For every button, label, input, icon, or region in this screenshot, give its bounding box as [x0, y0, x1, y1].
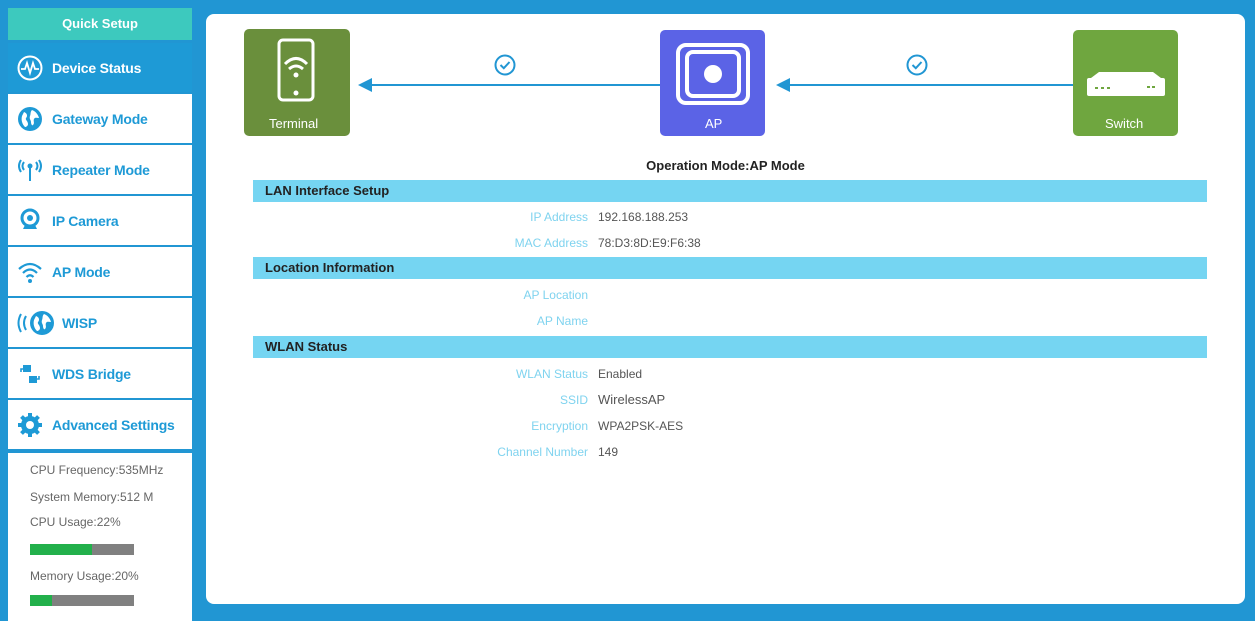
- main-panel: Terminal AP Switch Operation Mode:AP Mod…: [206, 14, 1245, 604]
- terminal-device[interactable]: Terminal: [244, 29, 350, 136]
- ap-location-label: AP Location: [523, 288, 589, 302]
- switch-device-icon: [1085, 70, 1167, 105]
- sidebar-item-ap-mode[interactable]: AP Mode: [8, 247, 192, 296]
- arrow-left-icon: [358, 78, 372, 92]
- tablet-wifi-icon: [277, 38, 315, 107]
- ap-device[interactable]: AP: [660, 30, 765, 136]
- pulse-icon: [8, 54, 52, 82]
- memory-usage-fill: [30, 595, 52, 606]
- memory-usage-label: Memory Usage:20%: [30, 569, 139, 583]
- globe-icon: [8, 105, 52, 133]
- encryption-value: WPA2PSK-AES: [598, 419, 684, 433]
- sidebar-item-wisp[interactable]: WISP: [8, 298, 192, 347]
- gear-icon: [8, 411, 52, 439]
- wds-icon: [8, 360, 52, 388]
- ap-device-icon: [675, 42, 751, 111]
- wifi-icon: [8, 258, 52, 286]
- operation-mode-title: Operation Mode:AP Mode: [646, 158, 805, 173]
- switch-label: Switch: [1105, 116, 1144, 131]
- system-memory: System Memory:512 M: [30, 490, 154, 504]
- memory-usage-bar: [30, 595, 134, 606]
- ap-name-label: AP Name: [536, 314, 588, 328]
- repeater-icon: [8, 156, 52, 184]
- sidebar-item-label: AP Mode: [52, 263, 111, 280]
- encryption-label: Encryption: [531, 419, 588, 433]
- arrow-line-terminal: [362, 84, 660, 86]
- sidebar-item-repeater-mode[interactable]: Repeater Mode: [8, 145, 192, 194]
- sidebar-item-ip-camera[interactable]: IP Camera: [8, 196, 192, 245]
- cpu-usage-bar: [30, 544, 134, 555]
- arrow-left-icon: [776, 78, 790, 92]
- sidebar-item-advanced-settings[interactable]: Advanced Settings: [8, 400, 192, 449]
- sidebar-item-label: WDS Bridge: [52, 365, 131, 382]
- mac-address-label: MAC Address: [514, 236, 588, 250]
- ip-address-value: 192.168.188.253: [598, 210, 689, 224]
- location-section-header: Location Information: [253, 257, 1207, 279]
- wlan-status-label: WLAN Status: [515, 367, 588, 381]
- sidebar-item-label: Gateway Mode: [52, 110, 148, 127]
- sidebar-item-label: IP Camera: [52, 212, 119, 229]
- sidebar-item-label: Repeater Mode: [52, 161, 150, 178]
- ssid-label: SSID: [559, 393, 588, 407]
- sidebar-item-wds-bridge[interactable]: WDS Bridge: [8, 349, 192, 398]
- sidebar: Quick Setup Device Status Gateway Mode R…: [0, 0, 194, 621]
- wlan-section-header: WLAN Status: [253, 336, 1207, 358]
- check-circle-icon: [494, 54, 516, 81]
- sidebar-item-gateway-mode[interactable]: Gateway Mode: [8, 94, 192, 143]
- channel-number-label: Channel Number: [497, 445, 588, 459]
- lan-section-header: LAN Interface Setup: [253, 180, 1207, 202]
- ip-address-label: IP Address: [530, 210, 588, 224]
- wlan-status-value: Enabled: [598, 367, 643, 381]
- cpu-usage-label: CPU Usage:22%: [30, 515, 121, 529]
- switch-device[interactable]: Switch: [1073, 30, 1178, 136]
- camera-icon: [8, 207, 52, 235]
- cpu-frequency: CPU Frequency:535MHz: [30, 463, 164, 477]
- sidebar-item-device-status[interactable]: Device Status: [8, 43, 192, 92]
- sidebar-item-label: Advanced Settings: [52, 416, 175, 433]
- wisp-icon: [8, 308, 70, 338]
- sidebar-item-label: Device Status: [52, 59, 142, 76]
- cpu-usage-fill: [30, 544, 92, 555]
- ap-label: AP: [705, 116, 723, 131]
- sidebar-item-label: WISP: [62, 314, 97, 331]
- check-circle-icon: [906, 54, 928, 81]
- quick-setup-button[interactable]: Quick Setup: [8, 8, 192, 40]
- terminal-label: Terminal: [269, 116, 319, 131]
- arrow-line-ap: [780, 84, 1073, 86]
- mac-address-value: 78:D3:8D:E9:F6:38: [598, 236, 701, 250]
- system-info-panel: CPU Frequency:535MHz System Memory:512 M…: [8, 453, 192, 621]
- ssid-value: WirelessAP: [598, 392, 666, 407]
- channel-number-value: 149: [598, 445, 619, 459]
